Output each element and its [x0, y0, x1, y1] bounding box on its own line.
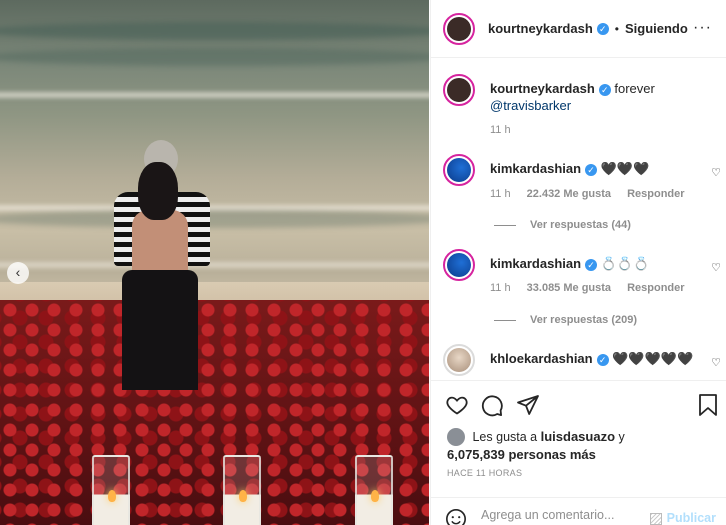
- chevron-left-icon[interactable]: ‹: [7, 262, 29, 284]
- follow-button[interactable]: Siguiendo: [625, 21, 688, 36]
- verified-badge-icon: ✓: [596, 22, 609, 35]
- caption-meta: 11 h: [490, 124, 524, 136]
- comment-likes[interactable]: 33.085 Me gusta: [527, 282, 611, 294]
- black-dress: [122, 270, 198, 390]
- mention-link[interactable]: @travisbarker: [490, 98, 571, 113]
- share-icon[interactable]: [516, 393, 540, 420]
- comment-time[interactable]: 11 h: [490, 188, 511, 200]
- verified-badge-icon: ✓: [596, 354, 609, 366]
- action-bar: [431, 380, 726, 432]
- view-replies[interactable]: Ver respuestas (44): [494, 219, 631, 231]
- post-image[interactable]: ‹: [0, 0, 429, 525]
- verified-badge-icon: ✓: [585, 164, 598, 176]
- verified-badge-icon: ✓: [585, 259, 598, 271]
- candle: [92, 455, 130, 525]
- replies-line: [494, 224, 516, 226]
- foam: [0, 92, 429, 98]
- post-panel: kourtneykardash ✓ • Siguiendo ··· kourtn…: [430, 0, 726, 525]
- like-comment-heart-icon[interactable]: ♡: [711, 166, 721, 179]
- like-comment-heart-icon[interactable]: ♡: [711, 261, 721, 274]
- like-comment-heart-icon[interactable]: ♡: [711, 356, 721, 369]
- author-avatar[interactable]: [443, 12, 475, 45]
- post-timestamp[interactable]: HACE 11 HORAS: [447, 468, 522, 478]
- separator-dot: •: [614, 21, 619, 36]
- comment-username[interactable]: kimkardashian: [490, 161, 581, 176]
- comment-meta: 11 h 33.085 Me gusta Responder: [490, 282, 698, 294]
- comment-icon[interactable]: [480, 393, 504, 420]
- caption-text: forever: [614, 81, 655, 96]
- likes-prefix: Les gusta a: [472, 430, 538, 444]
- flame: [108, 490, 116, 502]
- candle: [223, 455, 261, 525]
- caption-username[interactable]: kourtneykardash: [490, 81, 595, 96]
- couple: [108, 140, 212, 390]
- author-username[interactable]: kourtneykardash: [488, 21, 593, 36]
- comment-username[interactable]: khloekardashian: [490, 351, 593, 366]
- flame: [239, 490, 247, 502]
- comment-body: khloekardashian ✓ 🖤🖤🖤🖤🖤: [490, 350, 710, 367]
- resize-handle[interactable]: [650, 513, 662, 525]
- caption-body: kourtneykardash ✓ forever @travisbarker: [490, 80, 710, 114]
- comment-body: kimkardashian ✓ 🖤🖤🖤: [490, 160, 710, 177]
- comment-body: kimkardashian ✓ 💍💍💍: [490, 255, 710, 272]
- more-options-icon[interactable]: ···: [693, 19, 712, 37]
- post-header: kourtneykardash ✓ • Siguiendo ···: [431, 0, 726, 58]
- comment-time[interactable]: 11 h: [490, 282, 511, 294]
- reply-button[interactable]: Responder: [627, 188, 684, 200]
- comments-list[interactable]: kourtneykardash ✓ forever @travisbarker 1…: [431, 58, 726, 376]
- comment-composer: Publicar: [431, 497, 726, 525]
- liker-avatar[interactable]: [447, 428, 465, 446]
- commenter-avatar[interactable]: [443, 154, 475, 186]
- woman-hair: [138, 162, 178, 220]
- publish-button[interactable]: Publicar: [667, 511, 716, 525]
- flame: [371, 490, 379, 502]
- view-replies-label: Ver respuestas (209): [530, 314, 638, 326]
- comment-username[interactable]: kimkardashian: [490, 256, 581, 271]
- view-replies[interactable]: Ver respuestas (209): [494, 314, 637, 326]
- author-avatar[interactable]: [443, 74, 475, 106]
- comment-text: 💍💍💍: [600, 256, 650, 271]
- likes-and: y: [618, 430, 625, 444]
- wave: [0, 210, 429, 228]
- candle: [355, 455, 393, 525]
- foam: [0, 262, 429, 268]
- view-replies-label: Ver respuestas (44): [530, 219, 631, 231]
- wave: [0, 22, 429, 40]
- reply-button[interactable]: Responder: [627, 282, 684, 294]
- likes-count[interactable]: 6,075,839 personas más: [447, 447, 596, 462]
- comment-text: 🖤🖤🖤: [600, 161, 650, 176]
- comment-meta: 11 h 22.432 Me gusta Responder: [490, 188, 698, 200]
- commenter-avatar[interactable]: [443, 249, 475, 281]
- liker-username[interactable]: luisdasuazo: [541, 429, 615, 444]
- comment-input[interactable]: [481, 508, 661, 522]
- heart-icon[interactable]: [445, 393, 469, 420]
- comment-text: 🖤🖤🖤🖤🖤: [612, 351, 694, 366]
- comment-likes[interactable]: 22.432 Me gusta: [527, 188, 611, 200]
- likes-summary: Les gusta a luisdasuazo y 6,075,839 pers…: [447, 428, 717, 464]
- commenter-avatar[interactable]: [443, 344, 475, 376]
- verified-badge-icon: ✓: [598, 84, 611, 96]
- emoji-icon[interactable]: [445, 508, 467, 525]
- bookmark-icon[interactable]: [697, 393, 719, 420]
- caption-time[interactable]: 11 h: [490, 124, 511, 136]
- replies-line: [494, 319, 516, 321]
- wave: [0, 48, 429, 66]
